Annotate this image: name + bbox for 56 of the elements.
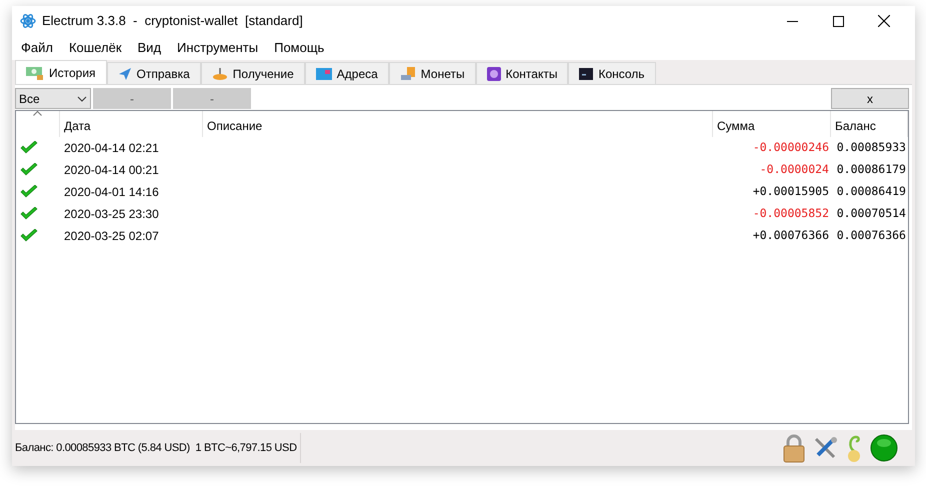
amount-cell-text: +0.00076366 xyxy=(752,227,829,244)
padlock-icon[interactable] xyxy=(782,433,806,463)
balance-cell-text: 0.00076366 xyxy=(836,227,906,244)
checkmark-icon xyxy=(20,141,38,155)
tab[interactable]: История xyxy=(15,60,107,84)
tab[interactable]: Консоль xyxy=(568,62,656,84)
tab[interactable]: Контакты xyxy=(476,62,568,84)
date-range-button[interactable]: - xyxy=(93,88,171,109)
balance-status: Баланс: 0.00085933 BTC (5.84 USD) 1 BTC~6,797.15 USD xyxy=(15,433,301,463)
amount-cell-text: -0.00005852 xyxy=(752,205,829,222)
date-cell: 2020-03-25 23:30 xyxy=(64,207,159,221)
amount-cell-text: -0.00000246 xyxy=(752,139,829,156)
wallet-icon xyxy=(26,66,44,80)
filter-dropdown[interactable]: Все xyxy=(15,88,91,109)
tab[interactable]: Получение xyxy=(200,62,305,84)
column-header[interactable]: Дата xyxy=(60,111,203,137)
checkmark-icon xyxy=(20,229,38,243)
tab[interactable]: Отправка xyxy=(106,62,201,84)
menu-item[interactable]: Кошелёк xyxy=(60,38,130,58)
maximize-icon xyxy=(832,16,844,26)
checkmark-icon xyxy=(20,207,38,221)
console-icon xyxy=(579,68,594,80)
receive-icon xyxy=(212,66,228,80)
close-filter-button[interactable]: x xyxy=(831,88,909,109)
column-header[interactable]: Сумма xyxy=(713,111,831,137)
tab[interactable]: Адреса xyxy=(304,62,389,84)
menu-item[interactable]: Файл xyxy=(13,38,61,58)
balance-cell-text: 0.00086419 xyxy=(836,183,906,200)
column-header[interactable]: Описание xyxy=(203,111,713,137)
date-range-button[interactable]: - xyxy=(173,88,251,109)
coins-icon xyxy=(400,66,416,80)
date-cell: 2020-04-01 14:16 xyxy=(64,185,159,199)
network-status-icon[interactable] xyxy=(870,434,898,462)
checkmark-icon xyxy=(20,163,38,177)
tools-icon[interactable] xyxy=(812,435,838,461)
contacts-icon xyxy=(486,66,501,80)
date-cell: 2020-04-14 00:21 xyxy=(64,163,159,177)
address-book-icon xyxy=(316,66,332,80)
balance-cell-text: 0.00086179 xyxy=(836,161,906,178)
amount-cell-text: +0.00015905 xyxy=(752,183,829,200)
paper-plane-icon xyxy=(118,66,132,80)
balance-cell-text: 0.00085933 xyxy=(836,139,906,156)
balance-cell-text: 0.00070514 xyxy=(836,205,906,222)
checkmark-icon xyxy=(20,185,38,199)
date-cell: 2020-03-25 02:07 xyxy=(64,229,159,243)
app-logo-icon xyxy=(20,13,36,29)
menu-item[interactable]: Инструменты xyxy=(169,38,266,58)
menu-item[interactable]: Помощь xyxy=(266,38,332,58)
chevron-down-icon xyxy=(77,96,87,102)
date-cell: 2020-04-14 02:21 xyxy=(64,141,159,155)
window-title: Electrum 3.3.8 - cryptonist-wallet [standard] xyxy=(42,12,303,30)
close-icon xyxy=(878,15,890,27)
menu-item[interactable]: Вид xyxy=(130,38,170,58)
tab[interactable]: Монеты xyxy=(388,62,476,84)
amount-cell-text: -0.0000024 xyxy=(760,161,829,178)
column-header[interactable]: Баланс xyxy=(831,111,908,137)
